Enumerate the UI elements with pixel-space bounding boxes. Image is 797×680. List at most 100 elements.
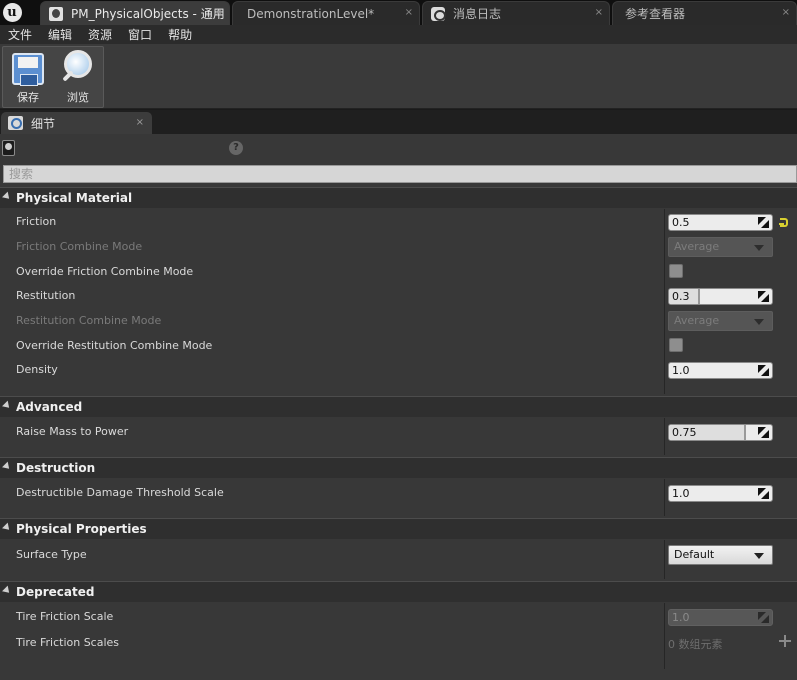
physical-material-icon xyxy=(49,6,63,21)
dropdown-arrow-icon xyxy=(754,319,764,325)
tab-label: 参考查看器 xyxy=(625,7,686,21)
lock-icon[interactable] xyxy=(2,140,15,156)
reset-to-default-icon[interactable] xyxy=(779,216,789,227)
category-body: Surface Type Default xyxy=(0,540,797,579)
numeric-value: 0.75 xyxy=(672,426,697,439)
property-destructible-damage-threshold-scale: Destructible Damage Threshold Scale 1.0 xyxy=(0,480,797,504)
category-body: Friction 0.5 Friction Combine Mode Avera… xyxy=(0,209,797,394)
close-icon[interactable]: × xyxy=(595,7,603,18)
tab-label: DemonstrationLevel* xyxy=(247,6,375,21)
message-log-icon xyxy=(431,6,446,21)
drag-resize-icon[interactable] xyxy=(758,291,769,302)
expand-arrow-icon xyxy=(2,522,12,533)
category-body: Tire Friction Scale 1.0 Tire Friction Sc… xyxy=(0,603,797,669)
property-surface-type: Surface Type Default xyxy=(0,542,797,566)
details-tab-label: 细节 xyxy=(31,116,56,131)
toolbar-group: 保存 浏览 xyxy=(2,46,104,108)
property-restitution-combine-mode: Restitution Combine Mode Average xyxy=(0,308,797,332)
category-destruction[interactable]: Destruction xyxy=(0,457,797,478)
expand-arrow-icon xyxy=(2,191,12,202)
menu-help[interactable]: 帮助 xyxy=(160,26,200,43)
friction-combine-mode-select[interactable]: Average xyxy=(668,237,773,257)
property-friction: Friction 0.5 xyxy=(0,209,797,233)
property-tire-friction-scales: Tire Friction Scales 0 数组元素 xyxy=(0,630,797,654)
save-button[interactable]: 保存 xyxy=(6,49,50,105)
close-icon[interactable]: × xyxy=(405,7,413,18)
category-body: Destructible Damage Threshold Scale 1.0 xyxy=(0,479,797,516)
property-label: Destructible Damage Threshold Scale xyxy=(16,486,224,499)
property-label: Tire Friction Scales xyxy=(16,636,120,649)
select-value: Average xyxy=(674,240,720,253)
override-friction-checkbox[interactable] xyxy=(669,264,683,278)
restitution-combine-mode-select[interactable]: Average xyxy=(668,311,773,331)
raise-mass-slider-input[interactable]: 0.75 xyxy=(668,424,773,441)
category-title: Physical Properties xyxy=(16,522,147,536)
restitution-slider-input[interactable]: 0.3 xyxy=(668,288,773,305)
category-physical-properties[interactable]: Physical Properties xyxy=(0,518,797,539)
unreal-logo-icon[interactable]: u xyxy=(0,0,24,25)
help-icon[interactable]: ? xyxy=(229,141,243,155)
property-label: Raise Mass to Power xyxy=(16,425,129,438)
menu-asset[interactable]: 资源 xyxy=(80,26,120,43)
expand-arrow-icon xyxy=(2,461,12,472)
surface-type-select[interactable]: Default xyxy=(668,545,773,565)
tab-message-log[interactable]: 消息日志 × xyxy=(422,1,610,25)
category-title: Deprecated xyxy=(16,585,95,599)
property-label: Restitution xyxy=(16,289,76,302)
damage-threshold-input[interactable]: 1.0 xyxy=(668,485,773,502)
details-tab-strip: 细节 × xyxy=(0,110,797,134)
override-restitution-checkbox[interactable] xyxy=(669,338,683,352)
add-element-icon[interactable] xyxy=(779,635,791,647)
tab-pm-physical-objects[interactable]: PM_PhysicalObjects - 通用 × xyxy=(40,1,230,25)
drag-resize-icon[interactable] xyxy=(758,365,769,376)
property-raise-mass-to-power: Raise Mass to Power 0.75 xyxy=(0,419,797,443)
drag-resize-icon[interactable] xyxy=(758,217,769,228)
property-label: Restitution Combine Mode xyxy=(16,314,162,327)
property-label: Override Restitution Combine Mode xyxy=(16,339,213,352)
menu-window[interactable]: 窗口 xyxy=(120,26,160,43)
property-label: Friction xyxy=(16,215,57,228)
menu-file[interactable]: 文件 xyxy=(0,26,40,43)
tab-demonstration-level[interactable]: DemonstrationLevel* × xyxy=(232,1,420,25)
density-input[interactable]: 1.0 xyxy=(668,362,773,379)
tab-reference-viewer[interactable]: 参考查看器 × xyxy=(612,1,797,25)
property-label: Friction Combine Mode xyxy=(16,240,143,253)
numeric-value: 0.3 xyxy=(672,290,690,303)
dropdown-arrow-icon xyxy=(754,553,764,559)
expand-arrow-icon xyxy=(2,585,12,596)
property-label: Surface Type xyxy=(16,548,87,561)
save-label: 保存 xyxy=(17,91,39,104)
details-panel: ? 搜索 Physical Material Friction 0.5 Fric… xyxy=(0,134,797,680)
search-input[interactable]: 搜索 xyxy=(3,165,797,183)
category-deprecated[interactable]: Deprecated xyxy=(0,581,797,602)
numeric-value: 1.0 xyxy=(672,364,690,377)
tab-details[interactable]: 细节 × xyxy=(1,112,152,134)
tire-friction-scale-input[interactable]: 1.0 xyxy=(668,609,773,626)
numeric-value: 0.5 xyxy=(672,216,690,229)
browse-button[interactable]: 浏览 xyxy=(56,49,100,105)
save-icon xyxy=(12,53,44,86)
details-icon xyxy=(8,116,23,130)
property-override-friction-combine-mode: Override Friction Combine Mode xyxy=(0,259,797,283)
drag-resize-icon[interactable] xyxy=(758,488,769,499)
friction-input[interactable]: 0.5 xyxy=(668,214,773,231)
expand-arrow-icon xyxy=(2,400,12,411)
tab-label: 消息日志 xyxy=(453,7,502,21)
category-title: Advanced xyxy=(16,400,83,414)
close-icon[interactable]: × xyxy=(782,7,790,18)
browse-label: 浏览 xyxy=(67,91,89,104)
category-advanced[interactable]: Advanced xyxy=(0,396,797,417)
select-value: Average xyxy=(674,314,720,327)
numeric-value: 1.0 xyxy=(672,611,690,624)
toolbar: 保存 浏览 xyxy=(0,44,797,109)
document-tab-bar: u PM_PhysicalObjects - 通用 × Demonstratio… xyxy=(0,0,797,25)
property-tire-friction-scale: Tire Friction Scale 1.0 xyxy=(0,604,797,628)
close-icon[interactable]: × xyxy=(215,7,223,18)
drag-resize-icon[interactable] xyxy=(758,427,769,438)
menu-edit[interactable]: 编辑 xyxy=(40,26,80,43)
property-override-restitution-combine-mode: Override Restitution Combine Mode xyxy=(0,333,797,357)
category-title: Destruction xyxy=(16,461,96,475)
category-physical-material[interactable]: Physical Material xyxy=(0,187,797,208)
numeric-value: 1.0 xyxy=(672,487,690,500)
close-icon[interactable]: × xyxy=(136,117,144,128)
